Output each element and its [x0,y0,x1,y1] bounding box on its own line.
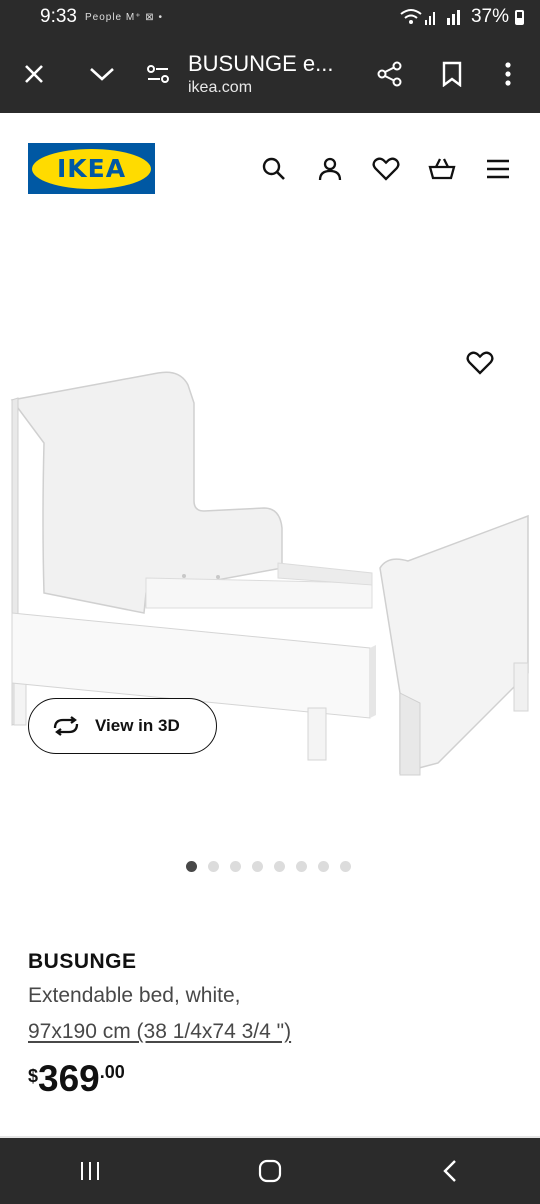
rotate-3d-icon [53,716,79,736]
pagination-dot[interactable] [274,861,285,872]
recent-apps-icon [81,1162,99,1180]
product-size-link[interactable]: 97x190 cm (38 1/4x74 3/4 ") [28,1020,518,1044]
pagination-dot[interactable] [340,861,351,872]
pagination-dot[interactable] [230,861,241,872]
logo-text: IKEA [56,154,127,183]
basket-icon [428,158,456,180]
recent-apps-button[interactable] [50,1141,130,1201]
product-price: $ 369 .00 [28,1060,518,1097]
product-description: Extendable bed, white, [28,984,241,1007]
pagination-dot[interactable] [208,861,219,872]
share-icon [377,61,402,86]
more-options-button[interactable] [480,46,536,102]
price-integer: 369 [38,1058,100,1099]
close-icon [25,64,43,83]
page-title-area[interactable]: BUSUNGE e... ikea.com [180,51,362,97]
home-button[interactable] [230,1141,310,1201]
wifi-icon [400,9,435,25]
page-title: BUSUNGE e... [188,50,334,76]
back-button[interactable] [410,1141,490,1201]
menu-button[interactable] [480,151,516,187]
share-button[interactable] [362,46,418,102]
pagination-dot[interactable] [252,861,263,872]
pagination-dot[interactable] [318,861,329,872]
back-icon [443,1160,456,1182]
close-tab-button[interactable] [6,46,62,102]
search-button[interactable] [256,151,292,187]
bookmark-icon [442,61,462,87]
status-time: 9:33 [40,6,77,27]
chevron-down-icon [90,67,114,81]
heart-icon [372,157,400,181]
view-in-3d-button[interactable]: View in 3D [28,698,217,754]
logo-oval: IKEA [32,148,151,189]
bookmark-button[interactable] [424,46,480,102]
header-actions [256,151,516,187]
cart-button[interactable] [424,151,460,187]
pagination-dot[interactable] [296,861,307,872]
view-in-3d-label: View in 3D [95,716,180,735]
account-button[interactable] [312,151,348,187]
pagination-dot[interactable] [186,861,197,872]
notification-icons: People M⁺ ⊠ • [84,11,163,23]
site-header: IKEA [0,113,540,223]
ikea-logo[interactable]: IKEA [28,143,155,194]
product-info: BUSUNGE Extendable bed, white, 97x190 cm… [28,950,518,1097]
price-decimal: .00 [99,1062,125,1082]
site-settings-button[interactable] [136,46,180,102]
product-name: BUSUNGE [28,950,137,973]
price-currency: $ [28,1066,39,1086]
minimize-button[interactable] [74,46,130,102]
signal-icon [446,10,460,25]
status-bar: 9:33 People M⁺ ⊠ • 37% [0,0,540,34]
favourites-button[interactable] [368,151,404,187]
product-gallery[interactable]: View in 3D [0,223,540,903]
browser-toolbar: BUSUNGE e... ikea.com [0,34,540,113]
tune-icon [147,64,169,83]
search-icon [262,157,285,180]
hamburger-icon [487,159,509,179]
image-pagination [186,861,351,872]
profile-icon [318,157,342,181]
home-icon [258,1159,282,1183]
battery-icon [515,9,524,25]
system-nav-bar [0,1136,540,1204]
battery-percent: 37% [470,6,509,27]
more-vert-icon [505,61,511,86]
page-domain: ikea.com [188,78,253,96]
